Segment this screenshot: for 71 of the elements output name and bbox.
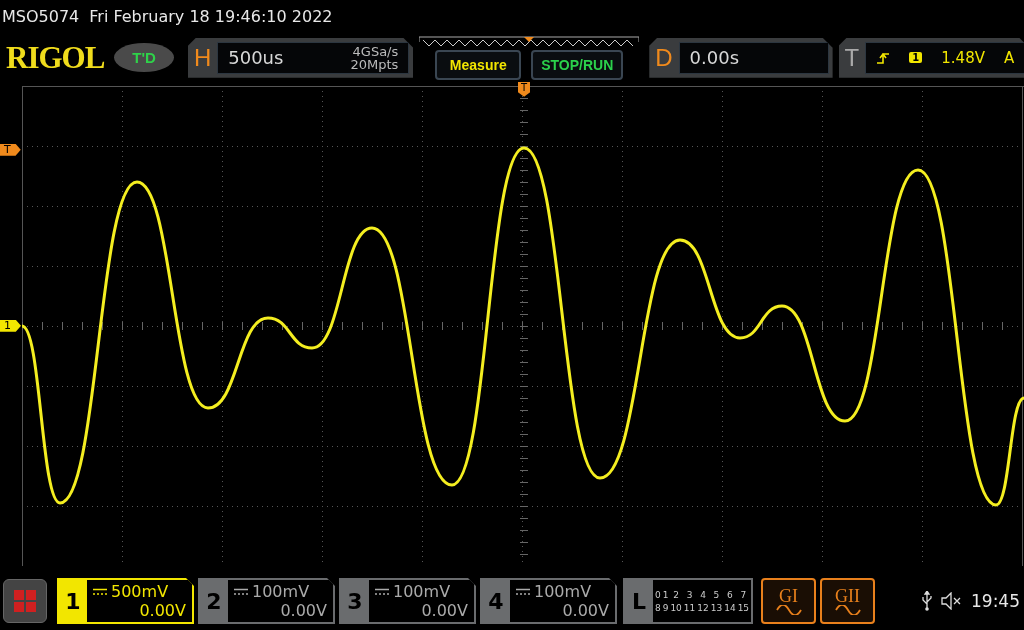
memory-depth: 20Mpts	[350, 57, 399, 71]
logic-bit: 1	[662, 589, 669, 600]
channel-offset-marker[interactable]: 1	[0, 319, 21, 332]
channel-tab[interactable]: 1 500mV 0.00V	[57, 578, 194, 625]
delay-panel[interactable]: D 0.00s	[649, 37, 833, 78]
channel-tab[interactable]: 4 100mV 0.00V	[480, 578, 617, 625]
logic-bit: 13	[710, 602, 723, 613]
grid-icon	[13, 589, 37, 614]
logic-bit: 11	[683, 602, 696, 613]
horizontal-label: H	[193, 43, 212, 72]
toolbar-button[interactable]: STOP/RUN	[531, 49, 624, 80]
channel-number: 2	[205, 587, 223, 616]
channel-tab[interactable]: 3 100mV 0.00V	[339, 578, 476, 625]
speaker-muted-icon	[941, 592, 963, 611]
trigger-panel[interactable]: T 1 1.48V A	[838, 37, 1024, 78]
logic-bit: 12	[697, 602, 709, 613]
trigger-label: T	[844, 43, 860, 72]
channel-scale: 100mV	[252, 582, 310, 602]
clock-time: 19:45	[971, 591, 1020, 612]
logic-bit: 5	[712, 589, 721, 600]
logic-bit: 7	[739, 589, 748, 600]
date-time: Fri February 18 19:46:10 2022	[89, 7, 333, 27]
horizontal-panel[interactable]: H 500us 4GSa/s 20Mpts	[187, 37, 414, 78]
trigger-position-marker[interactable]: T	[518, 81, 531, 97]
toolbar-button[interactable]: Measure	[435, 49, 522, 80]
logic-bit: 2	[672, 589, 680, 600]
generator-button[interactable]: GI	[761, 578, 816, 625]
trigger-level: 1.48V	[941, 48, 985, 67]
channel-scale: 100mV	[393, 582, 451, 602]
sine-icon	[834, 605, 861, 616]
channel-offset: 0.00V	[421, 601, 468, 621]
channel-offset: 0.00V	[562, 601, 609, 621]
logic-bit: 4	[699, 589, 707, 600]
dc-coupling-icon	[234, 587, 248, 596]
dc-coupling-icon	[516, 587, 530, 596]
delay-value: 0.00s	[689, 47, 740, 69]
model-name: MSO5074	[2, 7, 80, 27]
channel-offset: 0.00V	[280, 601, 327, 621]
logic-bit: 0	[654, 589, 661, 600]
menu-button[interactable]	[3, 579, 47, 624]
channel-number: 1	[64, 587, 82, 616]
trigger-source: 1	[909, 52, 923, 64]
trigger-mode: A	[1004, 48, 1015, 67]
logic-bit: 10	[670, 602, 682, 613]
memory-overview-icon	[419, 35, 640, 48]
logic-bit: 8	[654, 602, 661, 613]
logic-label: L	[631, 587, 647, 616]
channel-tab[interactable]: 2 100mV 0.00V	[198, 578, 335, 625]
dc-coupling-icon	[375, 587, 389, 596]
mode-badge[interactable]: T'D	[114, 43, 174, 73]
sine-icon	[775, 605, 802, 616]
delay-label: D	[655, 43, 673, 72]
logic-bit: 14	[724, 602, 736, 613]
channel-number: 4	[487, 587, 505, 616]
logic-bit: 15	[737, 602, 750, 613]
logic-bit: 3	[685, 589, 694, 600]
channel-offset: 0.00V	[139, 601, 186, 621]
channel-scale: 100mV	[534, 582, 592, 602]
channel-scale: 500mV	[111, 582, 169, 602]
timebase-value: 500us	[228, 47, 284, 69]
logic-bit: 6	[726, 589, 734, 600]
generator-button[interactable]: GII	[820, 578, 875, 625]
logic-bit: 9	[662, 602, 669, 613]
rising-edge-icon	[876, 50, 891, 65]
dc-coupling-icon	[93, 587, 107, 596]
brand-logo: RIGOL	[6, 39, 105, 76]
sample-rate: 4GSa/s	[352, 44, 399, 58]
usb-icon	[921, 591, 933, 612]
channel-number: 3	[346, 587, 364, 616]
logic-tab[interactable]: L 0 1 2 3 4 5 6 7 8 9 10 11 12 13 14 15	[623, 578, 753, 625]
trigger-level-marker[interactable]: T	[0, 143, 21, 156]
